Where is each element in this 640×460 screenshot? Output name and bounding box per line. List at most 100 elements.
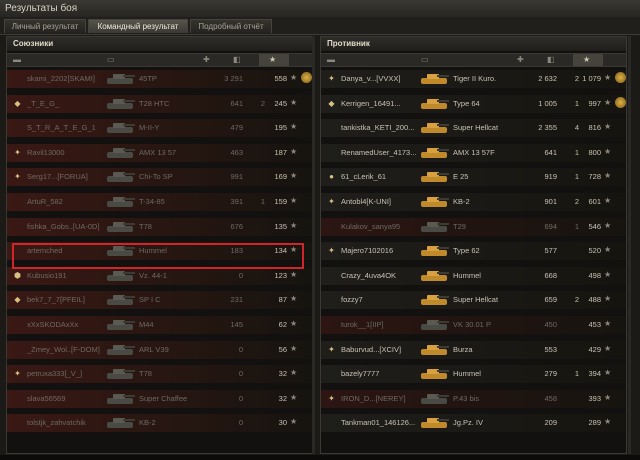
damage-value: 2 355 xyxy=(538,123,557,133)
tank-icon xyxy=(421,418,449,429)
tank-icon xyxy=(421,172,449,183)
tank-icon xyxy=(107,98,135,109)
player-row[interactable]: _Zmey_Wol..[F-DOM] ARL V39 0 56 ★ xyxy=(7,340,312,360)
xp-value: 159 xyxy=(274,197,287,206)
player-row[interactable]: RenamedUser_4173... AMX 13 57F 641 1 800 ★ xyxy=(321,143,626,163)
tank-icon xyxy=(421,246,449,257)
kills-value: 1 xyxy=(574,98,579,108)
tank-icon xyxy=(107,270,135,281)
tank-icon xyxy=(421,369,449,380)
star-icon: ★ xyxy=(604,220,612,230)
damage-value: 919 xyxy=(544,172,557,182)
player-row[interactable]: fishka_Gobs..[UA-0D] T78 676 135 ★ xyxy=(7,217,312,237)
player-highlight-frame xyxy=(12,243,304,269)
tank-icon xyxy=(107,123,135,134)
player-row[interactable]: ✦ Danya_v...[VVXX] Tiger II Kuro. 2 632 2 1 0… xyxy=(321,69,626,89)
tank-icon xyxy=(421,74,449,84)
star-icon: ★ xyxy=(290,73,298,82)
tank-icon xyxy=(421,147,449,158)
player-row[interactable]: ✦ Serg17...[FORUA] Chi-To SP 991 169 ★ xyxy=(7,167,312,187)
player-row[interactable]: ✦ petruxa333[_V_] T78 0 32 ★ xyxy=(7,364,312,384)
tank-icon xyxy=(421,221,449,232)
xp-value: 800 xyxy=(588,147,601,157)
damage-icon[interactable]: ✚ xyxy=(517,55,524,64)
window-titlebar: Результаты боя xyxy=(0,0,640,18)
player-row[interactable]: bazely7777 Hummel 279 1 394 ★ xyxy=(321,364,626,384)
player-row[interactable]: ◆ _T_E_G_ T28 HTC 641 2 245 ★ xyxy=(7,94,312,114)
star-icon: ★ xyxy=(604,122,612,132)
player-row[interactable]: S_T_R_A_T_E_G_1 M-II-Y 479 195 ★ xyxy=(7,118,312,138)
player-row[interactable]: tolstjk_zahvatchik KB-2 0 30 ★ xyxy=(7,413,312,433)
player-row[interactable]: ✦ Antobl4[K-UNI] KB-2 901 2 601 ★ xyxy=(321,192,626,212)
tank-icon[interactable]: ▭ xyxy=(107,55,115,64)
xp-value: 123 xyxy=(274,270,287,280)
xp-icon[interactable]: ★ xyxy=(583,55,590,64)
player-row[interactable]: Kulakov_sanya95 T29 694 1 546 ★ xyxy=(321,217,626,237)
clan-badge-icon xyxy=(326,294,337,305)
xp-value: 429 xyxy=(588,344,601,354)
clan-badge-icon: ◆ xyxy=(14,98,21,108)
player-row[interactable]: xXxSKODAxXx M44 145 62 ★ xyxy=(7,315,312,335)
damage-icon[interactable]: ✚ xyxy=(203,55,210,64)
damage-value: 391 xyxy=(230,197,243,206)
player-row[interactable]: ✦ IRON_D...[NEREY] P.43 bis 458 393 ★ xyxy=(321,389,626,409)
tank-icon xyxy=(107,344,135,355)
kills-icon[interactable]: ◧ xyxy=(233,55,241,64)
clan-badge-icon xyxy=(326,122,337,133)
player-row[interactable]: ● 61_cLerik_61 E 25 919 1 728 ★ xyxy=(321,167,626,187)
tank-icon[interactable]: ▭ xyxy=(421,55,429,64)
medal-icon xyxy=(615,72,626,83)
damage-value: 458 xyxy=(544,393,557,403)
xp-value: 32 xyxy=(278,393,287,403)
player-row[interactable]: fozzy7 Super Hellcat 659 2 488 ★ xyxy=(321,290,626,310)
star-icon: ★ xyxy=(604,73,612,82)
tank-icon xyxy=(421,393,449,404)
tank-icon xyxy=(421,344,449,355)
player-row[interactable]: ✦ Majero7102016 Type 62 577 520 ★ xyxy=(321,241,626,261)
player-row[interactable]: ✦ Ravil13000 AMX 13 57 463 187 ★ xyxy=(7,143,312,163)
xp-value: 32 xyxy=(278,369,287,379)
tank-icon xyxy=(421,320,449,330)
star-icon: ★ xyxy=(290,122,298,132)
star-icon: ★ xyxy=(290,417,298,427)
player-row[interactable]: ◆ Kerrigen_16491... Type 64 1 005 1 997 ★ xyxy=(321,94,626,114)
tab-team-result[interactable]: Командный результат xyxy=(88,19,188,33)
tab-detailed-report[interactable]: Подробный отчёт xyxy=(190,19,272,33)
player-row[interactable]: ✦ Baburvud...[XCIV] Burza 553 429 ★ xyxy=(321,340,626,360)
xp-value: 245 xyxy=(274,98,287,108)
star-icon: ★ xyxy=(290,196,298,205)
tank-icon xyxy=(421,98,449,109)
tank-icon xyxy=(421,197,449,207)
xp-value: 394 xyxy=(588,369,601,379)
kills-value: 1 xyxy=(574,369,579,379)
xp-value: 488 xyxy=(588,295,601,305)
star-icon: ★ xyxy=(604,245,612,255)
star-icon: ★ xyxy=(604,343,612,353)
enemies-panel: Противник ▬ ▭ ✚ ◧ ★ ✦ Danya_v...[VVXX] Tig… xyxy=(320,36,627,454)
tab-personal-result[interactable]: Личный результат xyxy=(4,19,86,33)
player-row[interactable]: Tankman01_146126... Jg.Pz. IV 209 289 ★ xyxy=(321,413,626,433)
player-row[interactable]: tankistka_KETI_200... Super Hellcat 2 355 4… xyxy=(321,118,626,138)
xp-value: 520 xyxy=(588,246,601,256)
damage-value: 450 xyxy=(544,320,557,329)
player-row[interactable]: Crazy_4uva4OK Hummel 668 498 ★ xyxy=(321,266,626,286)
kills-icon[interactable]: ◧ xyxy=(547,55,555,64)
star-icon: ★ xyxy=(604,171,612,181)
xp-icon[interactable]: ★ xyxy=(269,55,276,64)
sort-icon[interactable]: ▬ xyxy=(13,55,21,64)
player-row[interactable]: ArtuR_582 T-34-85 391 1 159 ★ xyxy=(7,192,312,212)
kills-value: 2 xyxy=(260,98,265,108)
clan-badge-icon xyxy=(326,221,337,232)
xp-value: 997 xyxy=(588,98,601,108)
damage-value: 641 xyxy=(544,147,557,157)
player-row[interactable]: turok__1[IIP] VK 30.01 P 450 453 ★ xyxy=(321,315,626,335)
clan-badge-icon: ⬢ xyxy=(14,270,21,280)
tank-icon xyxy=(421,123,449,134)
player-row[interactable]: slava56569 Super Chaffee 0 32 ★ xyxy=(7,389,312,409)
star-icon: ★ xyxy=(604,196,612,205)
player-row[interactable]: skami_2202[SKAMI] 45TP 3 291 558 ★ xyxy=(7,69,312,89)
clan-badge-icon xyxy=(326,319,337,330)
star-icon: ★ xyxy=(290,97,298,107)
sort-icon[interactable]: ▬ xyxy=(327,55,335,64)
player-row[interactable]: ◆ bek7_7_7[PFEIL] SP I C 231 87 ★ xyxy=(7,290,312,310)
